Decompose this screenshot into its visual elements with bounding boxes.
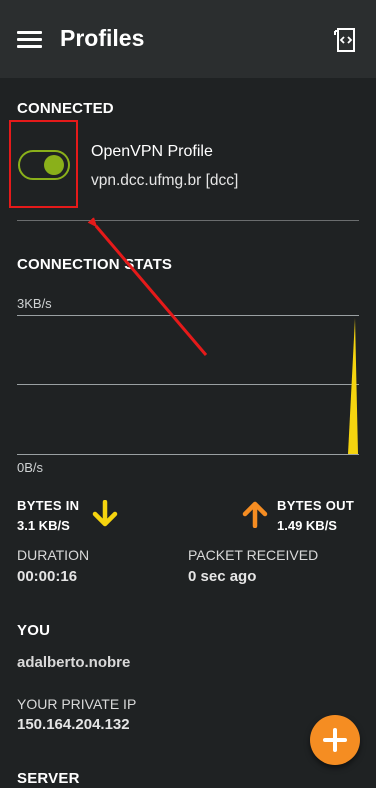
duration-value: 00:00:16	[17, 568, 78, 585]
server-section-label: SERVER	[17, 770, 80, 787]
bytes-out-value: 1.49 KB/S	[277, 518, 337, 533]
packet-received-label: PACKET RECEIVED	[188, 547, 319, 563]
add-profile-button[interactable]	[310, 715, 360, 765]
bytes-in-label: BYTES IN	[17, 498, 80, 513]
bytes-out-label: BYTES OUT	[277, 498, 355, 513]
bytes-in-value: 3.1 KB/S	[17, 518, 70, 533]
username: adalberto.nobre	[17, 654, 131, 671]
duration-label: DURATION	[17, 547, 90, 563]
arrow-up-icon	[242, 501, 268, 528]
private-ip-label: YOUR PRIVATE IP	[17, 696, 137, 712]
annotation-arrow	[96, 226, 208, 356]
arrow-down-icon	[92, 500, 118, 527]
bytes-in-spike	[348, 318, 358, 454]
you-section-label: YOU	[17, 622, 51, 639]
packet-received-value: 0 sec ago	[188, 568, 257, 585]
private-ip-value: 150.164.204.132	[17, 716, 130, 733]
